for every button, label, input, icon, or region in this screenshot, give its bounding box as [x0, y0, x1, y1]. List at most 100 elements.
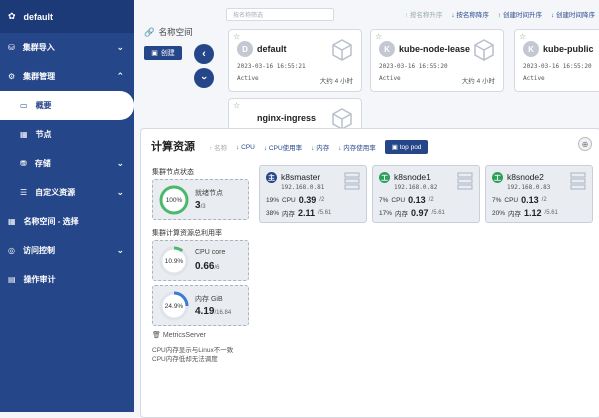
sidebar: ✿ default ⛁ 集群导入 ⌄ ⚙ 集群管理 ⌃ ▭ 概要 ▦ 节点 ⛃ …	[0, 0, 134, 412]
sort-mem-usage[interactable]: ↓ 内存使用率	[338, 142, 376, 152]
node-card[interactable]: 主 k8smaster 192.168.0.81 19% CPU 0.39/2 38…	[259, 165, 367, 223]
link-icon: 🔗	[144, 26, 155, 37]
sort-time-desc[interactable]: ↓ 创建时间降序	[551, 9, 595, 19]
node-role-badge: 主	[266, 172, 277, 183]
cluster-header[interactable]: ✿ default	[0, 0, 134, 33]
sort-mem[interactable]: ↓ 内存	[311, 142, 329, 152]
node-status-label: 集群节点状态	[152, 169, 194, 176]
age-text: 大约 4 小时	[461, 78, 495, 85]
main-content: 按名称筛选 ↑ 按名称升序 ↓ 按名称降序 ↑ 创建时间升序 ↓ 创建时间降序 …	[134, 0, 599, 418]
settings-icon[interactable]: ⊕	[578, 137, 592, 151]
sliders-icon: ☰	[20, 188, 28, 197]
mem-label: 内存 GiB	[195, 296, 223, 303]
node-role-badge: 工	[379, 172, 390, 183]
next-button[interactable]: ›	[194, 68, 214, 88]
toolbar: 按名称筛选 ↑ 按名称升序 ↓ 按名称降序 ↑ 创建时间升序 ↓ 创建时间降序	[226, 7, 599, 21]
cube-icon	[474, 39, 494, 61]
ready-label: 就绪节点	[195, 190, 223, 197]
sidebar-item-custom-resource[interactable]: ☰ 自定义资源 ⌄	[0, 178, 134, 207]
node-name: k8snode2	[507, 172, 544, 182]
create-button[interactable]: ▣ 创建	[144, 46, 182, 60]
top-pod-button[interactable]: ▣ top pod	[384, 140, 429, 154]
chevron-down-icon: ⌄	[116, 158, 124, 168]
node-mem-row: 17% 内存 0.97/5.61	[379, 208, 445, 218]
mem-usage-box: 24.9% 内存 GiB 4.19/16.84	[152, 285, 249, 326]
cpu-label: CPU core	[195, 249, 226, 256]
sidebar-item-access-control[interactable]: ◎ 访问控制 ⌄	[0, 236, 134, 265]
node-mem-row: 38% 内存 2.11/5.61	[266, 208, 332, 218]
database-icon: ⛃	[20, 159, 27, 168]
created-time: 2023-03-16 16:55:21	[237, 63, 306, 70]
chevron-down-icon: ⌄	[116, 187, 124, 197]
chevron-down-icon: ⌄	[116, 42, 124, 52]
status-text: Active	[237, 75, 259, 82]
star-icon[interactable]: ☆	[233, 101, 240, 110]
usage-label: 集群计算资源总利用率	[152, 230, 222, 237]
add-icon: ▣	[151, 50, 158, 57]
sort-name[interactable]: ↑ 名称	[209, 142, 227, 152]
grid-icon: ▦	[20, 130, 28, 139]
metrics-server-link[interactable]: 🗑 MetricsServer	[152, 331, 206, 339]
node-card[interactable]: 工 k8snode1 192.168.0.82 7% CPU 0.13/2 17% 内…	[372, 165, 480, 223]
star-icon[interactable]: ☆	[519, 32, 526, 41]
node-ip: 192.168.0.82	[394, 184, 438, 191]
sidebar-item-overview[interactable]: ▭ 概要	[0, 91, 134, 120]
status-text: Active	[523, 75, 545, 82]
sidebar-item-audit[interactable]: ▤ 操作审计	[0, 265, 134, 294]
namespace-card[interactable]: ☆ D default 2023-03-16 16:55:21 Active 大…	[228, 29, 362, 92]
chevron-down-icon: ⌄	[116, 245, 124, 255]
apps-icon: ▦	[8, 217, 16, 226]
star-icon[interactable]: ☆	[375, 32, 382, 41]
audit-icon: ▤	[8, 275, 16, 284]
panel-title: 计算资源	[151, 141, 195, 153]
server-icon	[457, 172, 473, 190]
sidebar-item-nodes[interactable]: ▦ 节点	[0, 120, 134, 149]
namespace-card[interactable]: ☆ K kube-public 2023-03-16 16:55:20 Acti…	[514, 29, 599, 92]
import-icon: ⛁	[8, 43, 15, 52]
sort-name-desc[interactable]: ↓ 按名称降序	[451, 9, 489, 19]
server-icon	[344, 172, 360, 190]
namespace-name: kube-node-lease	[399, 44, 471, 54]
prev-button[interactable]: ‹	[194, 44, 214, 64]
node-cpu-row: 7% CPU 0.13/2	[492, 195, 547, 205]
avatar: K	[523, 41, 539, 57]
node-ip: 192.168.0.83	[507, 184, 551, 191]
node-mem-row: 20% 内存 1.12/5.61	[492, 208, 558, 218]
sort-name-asc[interactable]: ↑ 按名称升序	[405, 9, 443, 19]
node-card[interactable]: 工 k8snode2 192.168.0.83 7% CPU 0.13/2 20% 内…	[485, 165, 593, 223]
sidebar-item-storage[interactable]: ⛃ 存储 ⌄	[0, 149, 134, 178]
age-text: 大约 4 小时	[319, 78, 353, 85]
server-icon	[570, 172, 586, 190]
sidebar-item-import[interactable]: ⛁ 集群导入 ⌄	[0, 33, 134, 62]
cpu-usage-box: 10.9% CPU core 0.66/6	[152, 240, 249, 281]
namespace-label: 🔗 名称空间	[144, 26, 193, 38]
chevron-down-icon: ›	[197, 76, 210, 80]
sort-time-asc[interactable]: ↑ 创建时间升序	[498, 9, 542, 19]
compute-resources-panel: 计算资源 ↑ 名称 ↓ CPU ↓ CPU使用率 ↓ 内存 ↓ 内存使用率 ▣ …	[140, 128, 599, 418]
chevron-up-icon: ⌃	[116, 71, 124, 81]
cpu-value: 0.66/6	[195, 261, 220, 272]
sidebar-item-cluster-manage[interactable]: ⚙ 集群管理 ⌃	[0, 62, 134, 91]
cpu-percent: 10.9%	[164, 257, 184, 265]
avatar: D	[237, 41, 253, 57]
sort-options: ↑ 按名称升序 ↓ 按名称降序 ↑ 创建时间升序 ↓ 创建时间降序	[405, 9, 595, 19]
cluster-name: default	[23, 11, 54, 22]
node-name: k8snode1	[394, 172, 431, 182]
namespace-name: nginx-ingress	[257, 113, 317, 123]
node-cpu-row: 7% CPU 0.13/2	[379, 195, 434, 205]
sort-cpu-usage[interactable]: ↓ CPU使用率	[264, 142, 302, 152]
node-role-badge: 工	[492, 172, 503, 183]
sidebar-item-namespace-select[interactable]: ▦ 名称空间 - 选择	[0, 207, 134, 236]
cube-icon	[332, 39, 352, 61]
namespace-card[interactable]: ☆ K kube-node-lease 2023-03-16 16:55:20 …	[370, 29, 504, 92]
star-icon[interactable]: ☆	[233, 32, 240, 41]
mem-value: 4.19/16.84	[195, 306, 232, 317]
created-time: 2023-03-16 16:55:20	[379, 63, 448, 70]
ready-percent: 100%	[165, 196, 183, 204]
globe-icon: ◎	[8, 246, 15, 255]
sort-cpu[interactable]: ↓ CPU	[236, 144, 255, 151]
note-link[interactable]: CPU内存低却无法调度	[152, 353, 218, 363]
ready-nodes-box: 100% 就绪节点 3/3	[152, 179, 249, 220]
search-input[interactable]: 按名称筛选	[226, 7, 334, 21]
mem-percent: 24.9%	[164, 302, 184, 310]
